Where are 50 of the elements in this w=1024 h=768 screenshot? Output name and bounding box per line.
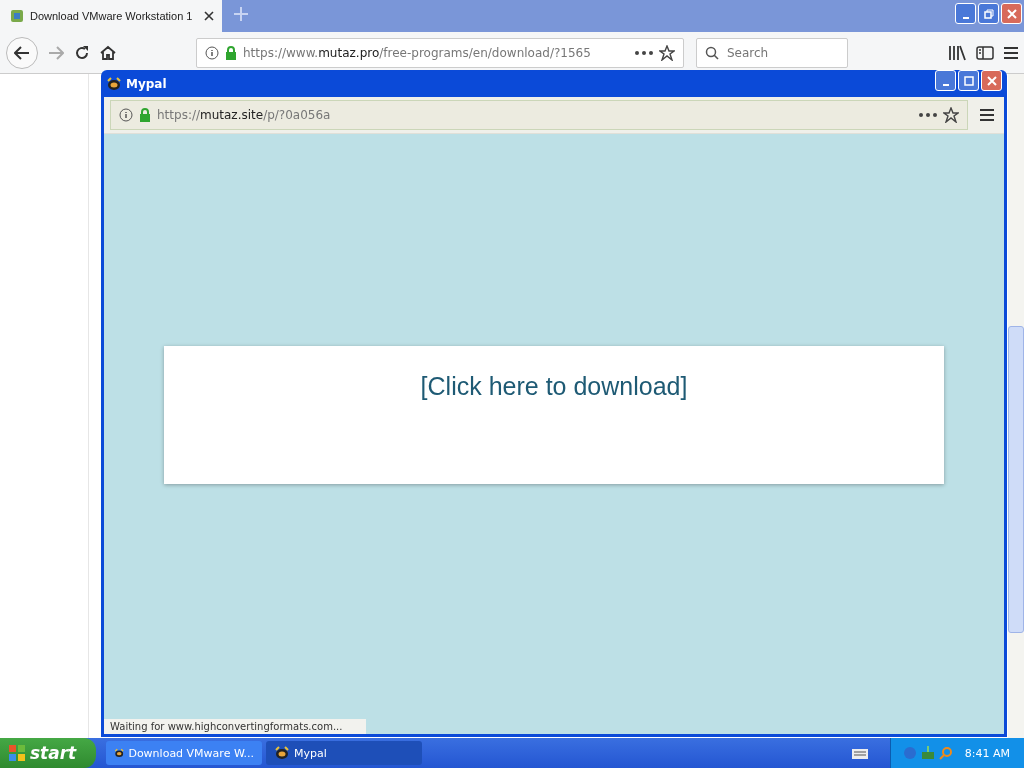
lock-icon <box>139 108 151 122</box>
keyboard-icon[interactable] <box>851 747 868 759</box>
lock-icon <box>225 45 237 60</box>
maximize-icon <box>963 75 974 86</box>
scrollbar-thumb[interactable] <box>1008 326 1024 633</box>
more-icon[interactable] <box>635 50 653 55</box>
restore-button[interactable] <box>978 3 999 24</box>
info-icon[interactable] <box>205 45 219 60</box>
network-icon[interactable] <box>920 746 935 760</box>
browser-tab[interactable]: Download VMware Workstation 1 <box>0 0 222 32</box>
url-text: https://www.mutaz.pro/free-programs/en/download/?1565 <box>243 45 592 60</box>
minimize-button[interactable] <box>955 3 976 24</box>
download-link[interactable]: [Click here to download] <box>420 372 688 401</box>
close-icon <box>1006 8 1017 19</box>
menu-icon[interactable] <box>1004 46 1018 59</box>
maximize-button[interactable] <box>958 70 979 91</box>
close-icon <box>986 75 997 86</box>
star-icon[interactable] <box>943 107 959 123</box>
close-button[interactable] <box>1001 3 1022 24</box>
minimize-button[interactable] <box>935 70 956 91</box>
minimize-icon <box>962 16 969 19</box>
menu-icon[interactable] <box>980 109 994 121</box>
app-icon <box>106 75 122 92</box>
back-button[interactable] <box>6 36 38 69</box>
app-icon <box>274 745 290 761</box>
taskbar-item[interactable]: Mypal <box>266 741 422 765</box>
restore-icon <box>983 8 994 19</box>
start-button[interactable]: start <box>0 738 96 768</box>
site-icon <box>10 9 24 23</box>
close-icon[interactable] <box>204 11 214 21</box>
search-field[interactable]: Search <box>696 37 848 68</box>
url-text: https://mutaz.site/p/?0a056a <box>157 108 332 122</box>
taskbar-item[interactable]: Download VMware W... <box>106 741 262 765</box>
more-icon[interactable] <box>919 113 937 117</box>
window-title: Mypal <box>126 76 167 91</box>
library-icon[interactable] <box>948 44 966 61</box>
info-icon[interactable] <box>119 108 133 122</box>
close-button[interactable] <box>981 70 1002 91</box>
windows-logo-icon <box>8 744 26 762</box>
reload-icon[interactable] <box>74 44 90 61</box>
sidebar-icon[interactable] <box>976 44 994 61</box>
home-icon[interactable] <box>100 44 116 61</box>
back-arrow-icon <box>14 45 30 60</box>
search-icon <box>705 45 719 60</box>
clock: 8:41 AM <box>964 746 1010 760</box>
minimize-icon <box>942 83 949 86</box>
address-bar[interactable]: https://www.mutaz.pro/free-programs/en/download/?1565 <box>196 37 684 68</box>
status-text: Waiting for www.highconvertingformats.com... <box>104 719 366 734</box>
star-icon[interactable] <box>659 44 675 61</box>
address-bar[interactable]: https://mutaz.site/p/?0a056a <box>110 100 968 130</box>
